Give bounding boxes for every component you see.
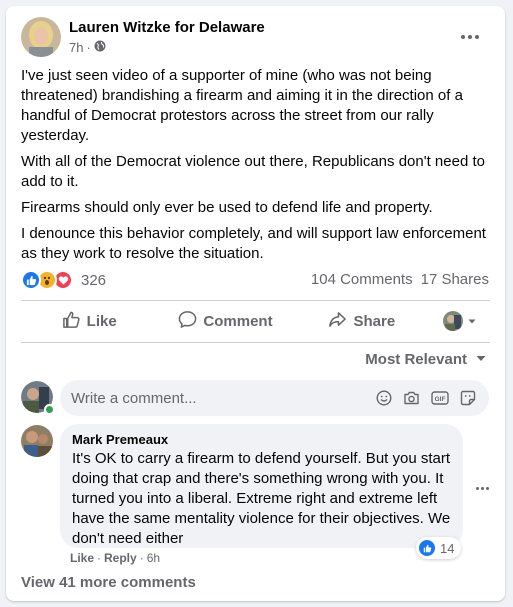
action-bar: Like Comment Share <box>21 302 490 340</box>
comment-like-count: 14 <box>440 540 455 556</box>
author-avatar[interactable] <box>21 17 61 57</box>
author-name[interactable]: Lauren Witzke for Delaware <box>69 19 265 36</box>
share-label: Share <box>353 312 396 330</box>
commenter-name[interactable]: Mark Premeaux <box>72 432 451 448</box>
like-button[interactable]: Like <box>21 304 157 338</box>
comment-text: It's OK to carry a firearm to defend you… <box>72 450 451 547</box>
chevron-down-icon <box>475 351 487 368</box>
post-paragraph: I've just seen video of a supporter of m… <box>21 67 463 144</box>
meta-separator: · <box>86 40 91 55</box>
post-text: I've just seen video of a supporter of m… <box>21 66 496 270</box>
comment-sort-dropdown[interactable]: Most Relevant <box>365 351 487 368</box>
thumbs-up-icon <box>62 310 81 333</box>
share-button[interactable]: Share <box>294 304 430 338</box>
comment-bubble-icon <box>178 310 197 333</box>
online-status-dot <box>44 404 55 415</box>
comment-time[interactable]: 6h <box>147 551 160 565</box>
like-label: Like <box>86 312 117 330</box>
comment-reply-link[interactable]: Reply <box>104 551 137 565</box>
sort-label: Most Relevant <box>365 351 467 368</box>
gif-icon[interactable]: GIF <box>430 389 449 408</box>
comment-button[interactable]: Comment <box>157 304 293 338</box>
share-as-selector[interactable] <box>430 304 490 338</box>
emoji-icon[interactable] <box>374 389 393 408</box>
comment-more-options-icon[interactable] <box>472 480 492 496</box>
globe-icon <box>94 40 106 55</box>
comment-input[interactable] <box>71 389 374 407</box>
post-card: Lauren Witzke for Delaware 7h · I've jus… <box>6 6 505 601</box>
view-more-comments-link[interactable]: View 41 more comments <box>21 574 196 591</box>
comment-like-badge[interactable]: 14 <box>416 537 462 559</box>
sticker-icon[interactable] <box>458 389 477 408</box>
share-arrow-icon <box>328 310 347 333</box>
divider <box>21 342 490 343</box>
page-avatar <box>442 311 463 331</box>
divider <box>21 300 490 301</box>
current-user-avatar[interactable] <box>21 381 55 415</box>
post-paragraph: Firearms should only ever be used to def… <box>21 199 433 216</box>
more-options-icon[interactable] <box>454 25 486 49</box>
comment-meta: Like · Reply · 6h <box>70 551 160 565</box>
camera-icon[interactable] <box>402 389 421 408</box>
like-reaction-icon <box>419 540 435 556</box>
shares-count[interactable]: 17 Shares <box>421 271 489 288</box>
comment-bubble: Mark Premeaux It's OK to carry a firearm… <box>60 424 463 548</box>
reaction-count: 326 <box>81 271 107 289</box>
chevron-down-icon <box>467 313 477 330</box>
commenter-avatar[interactable] <box>21 425 53 457</box>
composer-icons: GIF <box>374 389 477 408</box>
post-paragraph: I denounce this behavior completely, and… <box>21 225 486 262</box>
post-meta: 7h · <box>69 40 106 55</box>
like-reaction-icon <box>21 270 41 290</box>
meta-separator: · <box>97 551 102 565</box>
comments-count[interactable]: 104 Comments <box>311 271 413 288</box>
post-paragraph: With all of the Democrat violence out th… <box>21 153 485 190</box>
reactions-summary[interactable]: 326 <box>21 270 106 290</box>
comment-label: Comment <box>203 312 273 330</box>
post-time[interactable]: 7h <box>69 40 83 55</box>
meta-separator: · <box>139 551 144 565</box>
comment-composer[interactable]: GIF <box>60 380 489 416</box>
svg-text:GIF: GIF <box>434 396 445 403</box>
engagement-counts: 104 Comments 17 Shares <box>311 271 489 288</box>
comment-like-link[interactable]: Like <box>70 551 94 565</box>
